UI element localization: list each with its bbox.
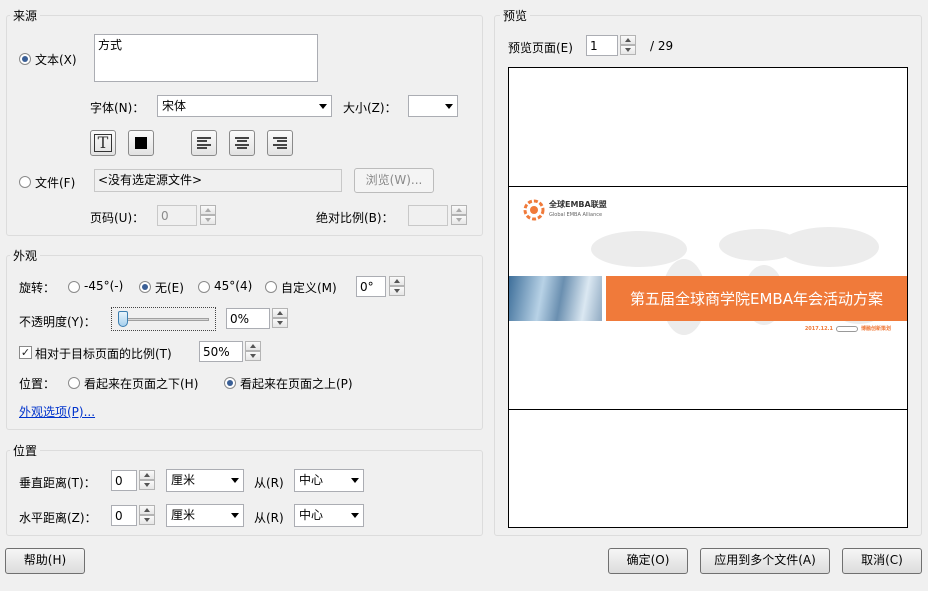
browse-button[interactable]: 浏览(W)... [354, 168, 434, 193]
opacity-slider[interactable] [111, 307, 216, 331]
slide-footer: 2017.12.1 博融创新策划 [805, 325, 891, 332]
rotate-custom-label[interactable]: 自定义(M) [281, 279, 337, 296]
preview-page-label: 预览页面(E) [508, 41, 573, 55]
font-label: 字体(N)： [90, 101, 145, 115]
rotate-minus45-radio[interactable] [68, 281, 80, 293]
help-button[interactable]: 帮助(H) [5, 548, 85, 574]
rotate-none-label[interactable]: 无(E) [155, 279, 184, 296]
opacity-label: 不透明度(Y)： [19, 315, 96, 329]
vertical-unit-value: 厘米 [171, 473, 196, 487]
rotate-label: 旋转： [19, 281, 56, 295]
slide-company-logo-icon [835, 325, 858, 332]
behind-page-radio[interactable] [68, 377, 80, 389]
ok-button[interactable]: 确定(O) [608, 548, 688, 574]
alliance-logo-icon [523, 199, 545, 221]
opacity-field[interactable]: 0% [226, 308, 270, 329]
appearance-options-link[interactable]: 外观选项(P)... [19, 403, 95, 420]
chevron-down-icon [445, 104, 453, 109]
rotate-none-radio[interactable] [139, 281, 151, 293]
preview-pane: 全球EMBA联盟 Global EMBA Alliance 第五届全球商学院EM… [508, 67, 908, 528]
horizontal-unit-value: 厘米 [171, 508, 196, 522]
text-radio-label[interactable]: 文本(X) [35, 51, 77, 68]
preview-page-total: / 29 [650, 39, 674, 53]
size-select[interactable] [408, 95, 458, 117]
fill-color-icon [135, 137, 147, 149]
rotate-45-radio[interactable] [198, 281, 210, 293]
vertical-from-select[interactable]: 中心 [294, 469, 364, 492]
position-label: 位置： [19, 377, 56, 391]
page-number-label: 页码(U)： [90, 211, 145, 225]
align-center-button[interactable] [229, 130, 255, 156]
slide-date: 2017.12.1 [804, 325, 833, 332]
chevron-down-icon [319, 104, 327, 109]
slide-logo-subtext: Global EMBA Alliance [549, 212, 603, 218]
position-group-title: 位置 [10, 442, 41, 459]
vertical-from-value: 中心 [299, 473, 324, 487]
slide-title: 第五届全球商学院EMBA年会活动方案 [630, 290, 883, 308]
align-right-button[interactable] [267, 130, 293, 156]
chevron-down-icon [231, 513, 239, 518]
size-label: 大小(Z)： [343, 101, 397, 115]
horizontal-from-select[interactable]: 中心 [294, 504, 364, 527]
align-left-icon [197, 137, 211, 149]
opacity-slider-thumb[interactable] [118, 311, 128, 327]
text-radio[interactable] [19, 53, 31, 65]
slide-preview: 全球EMBA联盟 Global EMBA Alliance 第五届全球商学院EM… [509, 187, 907, 409]
horizontal-from-label: 从(R) [254, 511, 284, 525]
vertical-unit-select[interactable]: 厘米 [166, 469, 244, 492]
slide-company: 博融创新策划 [860, 326, 891, 332]
text-outline-icon: T [94, 134, 112, 152]
slide-logo: 全球EMBA联盟 Global EMBA Alliance [523, 199, 607, 221]
above-page-label[interactable]: 看起来在页面之上(P) [240, 375, 353, 392]
chevron-down-icon [351, 478, 359, 483]
relative-scale-checkbox[interactable]: ✓ [19, 346, 32, 359]
vertical-distance-field[interactable]: 0 [111, 470, 137, 491]
slide-buildings-image [509, 276, 602, 321]
behind-page-label[interactable]: 看起来在页面之下(H) [84, 375, 198, 392]
apply-to-multiple-button[interactable]: 应用到多个文件(A) [700, 548, 830, 574]
file-path-field: <没有选定源文件> [94, 169, 342, 192]
rotate-minus45-label[interactable]: -45°(-) [84, 279, 123, 293]
chevron-down-icon [351, 513, 359, 518]
rotate-custom-field[interactable]: 0° [356, 276, 386, 297]
preview-group-title: 预览 [500, 7, 531, 24]
slide-divider-bottom [509, 409, 907, 410]
chevron-down-icon [231, 478, 239, 483]
opacity-slider-track [118, 318, 209, 321]
horizontal-distance-label: 水平距离(Z)： [19, 511, 97, 525]
preview-page-field[interactable]: 1 [586, 35, 618, 56]
rotate-custom-radio[interactable] [265, 281, 277, 293]
align-left-button[interactable] [191, 130, 217, 156]
horizontal-unit-select[interactable]: 厘米 [166, 504, 244, 527]
font-select[interactable]: 宋体 [157, 95, 332, 117]
file-radio-label[interactable]: 文件(F) [35, 174, 75, 191]
text-outline-button[interactable]: T [90, 130, 116, 156]
appearance-group-title: 外观 [10, 247, 41, 264]
text-input[interactable]: 方式 [94, 34, 318, 82]
relative-scale-field[interactable]: 50% [199, 341, 243, 362]
slide-title-banner: 第五届全球商学院EMBA年会活动方案 [606, 276, 907, 321]
relative-scale-label[interactable]: 相对于目标页面的比例(T) [35, 345, 172, 362]
above-page-radio[interactable] [224, 377, 236, 389]
cancel-button[interactable]: 取消(C) [842, 548, 922, 574]
vertical-from-label: 从(R) [254, 476, 284, 490]
file-radio[interactable] [19, 176, 31, 188]
horizontal-from-value: 中心 [299, 508, 324, 522]
rotate-45-label[interactable]: 45°(4) [214, 279, 252, 293]
absolute-scale-label: 绝对比例(B)： [316, 211, 394, 225]
absolute-scale-field[interactable] [408, 205, 448, 226]
slide-logo-text: 全球EMBA联盟 [549, 200, 607, 209]
page-number-field[interactable]: 0 [157, 205, 197, 226]
horizontal-distance-field[interactable]: 0 [111, 505, 137, 526]
align-center-icon [235, 137, 249, 149]
fill-color-button[interactable] [128, 130, 154, 156]
align-right-icon [273, 137, 287, 149]
source-group-title: 来源 [10, 7, 41, 24]
vertical-distance-label: 垂直距离(T)： [19, 476, 96, 490]
font-select-value: 宋体 [162, 99, 187, 113]
